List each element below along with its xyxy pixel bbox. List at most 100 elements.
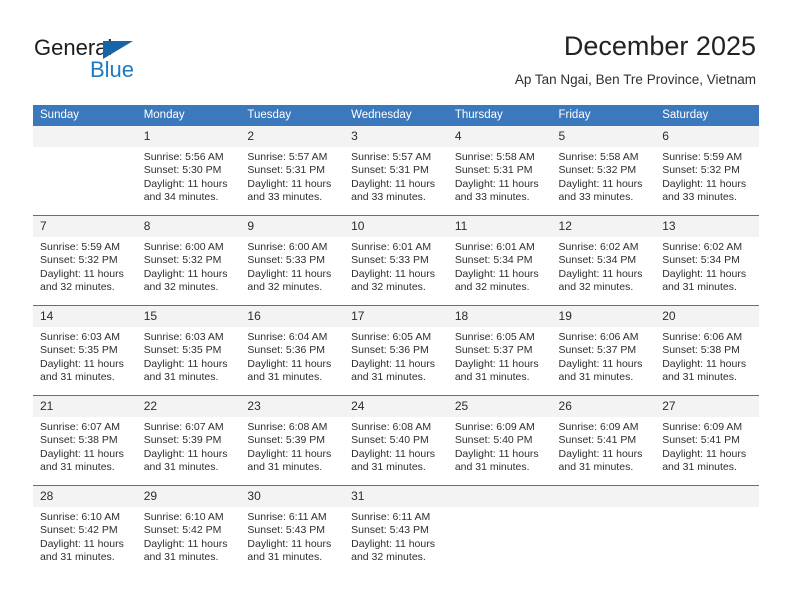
calendar-day-cell[interactable]: 20 Sunrise: 6:06 AM Sunset: 5:38 PM Dayligh…: [655, 305, 759, 396]
calendar-day-cell[interactable]: 14 Sunrise: 6:03 AM Sunset: 5:35 PM Dayligh…: [33, 305, 137, 396]
calendar-day-cell[interactable]: 29 Sunrise: 6:10 AM Sunset: 5:42 PM Dayligh…: [136, 485, 241, 575]
calendar-day-cell[interactable]: 6 Sunrise: 5:59 AM Sunset: 5:32 PM Daylight…: [655, 126, 759, 216]
calendar-day-cell[interactable]: 21 Sunrise: 6:07 AM Sunset: 5:38 PM Dayligh…: [33, 395, 137, 486]
day-daylight-line2: and 31 minutes.: [662, 461, 737, 474]
title-block: December 2025 Ap Tan Ngai, Ben Tre Provi…: [515, 30, 756, 89]
column-header-sunday: Sunday: [33, 105, 137, 126]
calendar-day-cell[interactable]: 26 Sunrise: 6:09 AM Sunset: 5:41 PM Dayligh…: [551, 395, 656, 486]
day-daylight-line2: and 32 minutes.: [558, 281, 634, 294]
day-sunrise: Sunrise: 5:57 AM: [247, 151, 328, 163]
day-daylight-line1: Daylight: 11 hours: [558, 267, 643, 280]
calendar-day-cell[interactable]: 18 Sunrise: 6:05 AM Sunset: 5:37 PM Dayligh…: [447, 305, 552, 396]
calendar-day-cell[interactable]: 19 Sunrise: 6:06 AM Sunset: 5:37 PM Dayligh…: [551, 305, 656, 396]
day-details: Sunrise: 6:11 AM Sunset: 5:43 PM Daylight:…: [344, 507, 448, 565]
day-daylight-line1: Daylight: 11 hours: [40, 357, 124, 370]
day-daylight-line1: Daylight: 11 hours: [143, 357, 228, 370]
calendar-day-cell[interactable]: 13 Sunrise: 6:02 AM Sunset: 5:34 PM Dayligh…: [655, 215, 759, 306]
calendar-day-cell[interactable]: 2 Sunrise: 5:57 AM Sunset: 5:31 PM Daylight…: [240, 126, 345, 216]
calendar-day-cell[interactable]: 9 Sunrise: 6:00 AM Sunset: 5:33 PM Daylight…: [240, 215, 345, 306]
calendar-day-cell[interactable]: 27 Sunrise: 6:09 AM Sunset: 5:41 PM Dayligh…: [655, 395, 759, 486]
calendar-day-cell[interactable]: 16 Sunrise: 6:04 AM Sunset: 5:36 PM Dayligh…: [240, 305, 345, 396]
day-number: [655, 486, 759, 507]
calendar-grid: Sunday Monday Tuesday Wednesday Thursday Frid…: [33, 105, 759, 575]
calendar-day-cell[interactable]: 4 Sunrise: 5:58 AM Sunset: 5:31 PM Daylight…: [447, 126, 552, 216]
calendar-day-cell[interactable]: 24 Sunrise: 6:08 AM Sunset: 5:40 PM Dayligh…: [344, 395, 448, 486]
day-number: 13: [655, 216, 759, 237]
day-details: Sunrise: 6:04 AM Sunset: 5:36 PM Daylight:…: [240, 327, 344, 385]
day-sunset: Sunset: 5:31 PM: [351, 164, 429, 177]
day-daylight-line1: Daylight: 11 hours: [454, 357, 539, 370]
day-details: Sunrise: 6:08 AM Sunset: 5:40 PM Daylight:…: [344, 417, 448, 475]
day-daylight-line2: and 31 minutes.: [558, 371, 634, 384]
day-number: 25: [447, 396, 552, 417]
day-daylight-line2: and 32 minutes.: [454, 281, 530, 294]
day-daylight-line2: and 31 minutes.: [247, 461, 323, 474]
day-sunrise: Sunrise: 6:01 AM: [454, 241, 535, 253]
calendar-day-cell[interactable]: 15 Sunrise: 6:03 AM Sunset: 5:35 PM Dayligh…: [136, 305, 241, 396]
calendar-day-cell[interactable]: 25 Sunrise: 6:09 AM Sunset: 5:40 PM Dayligh…: [447, 395, 552, 486]
day-daylight-line1: Daylight: 11 hours: [247, 537, 332, 550]
day-sunset: Sunset: 5:31 PM: [247, 164, 326, 177]
day-daylight-line1: Daylight: 11 hours: [351, 357, 435, 370]
day-sunrise: Sunrise: 5:56 AM: [143, 151, 224, 163]
day-sunset: Sunset: 5:43 PM: [247, 524, 326, 537]
calendar-day-cell[interactable]: 1 Sunrise: 5:56 AM Sunset: 5:30 PM Daylight…: [136, 126, 241, 216]
calendar-cell-empty: [33, 126, 137, 216]
calendar-day-cell[interactable]: 17 Sunrise: 6:05 AM Sunset: 5:36 PM Dayligh…: [344, 305, 448, 396]
day-details: Sunrise: 5:56 AM Sunset: 5:30 PM Daylight:…: [137, 147, 241, 205]
day-sunrise: Sunrise: 6:03 AM: [40, 331, 120, 343]
calendar-day-cell[interactable]: 31 Sunrise: 6:11 AM Sunset: 5:43 PM Dayligh…: [344, 485, 448, 575]
day-number: 10: [344, 216, 448, 237]
day-sunset: Sunset: 5:33 PM: [247, 254, 326, 267]
day-daylight-line2: and 31 minutes.: [40, 551, 115, 564]
day-daylight-line2: and 33 minutes.: [247, 191, 323, 204]
day-sunset: Sunset: 5:33 PM: [351, 254, 429, 267]
column-header-friday: Friday: [551, 105, 656, 126]
day-daylight-line1: Daylight: 11 hours: [40, 537, 124, 550]
day-daylight-line2: and 33 minutes.: [454, 191, 530, 204]
day-sunrise: Sunrise: 5:58 AM: [454, 151, 535, 163]
column-header-thursday: Thursday: [447, 105, 552, 126]
day-number: 11: [447, 216, 552, 237]
day-details: Sunrise: 6:07 AM Sunset: 5:39 PM Daylight:…: [137, 417, 241, 475]
calendar-day-cell[interactable]: 30 Sunrise: 6:11 AM Sunset: 5:43 PM Dayligh…: [240, 485, 345, 575]
day-sunset: Sunset: 5:39 PM: [143, 434, 222, 447]
day-daylight-line2: and 33 minutes.: [351, 191, 426, 204]
day-daylight-line2: and 31 minutes.: [247, 371, 323, 384]
day-sunrise: Sunrise: 6:05 AM: [454, 331, 535, 343]
day-sunset: Sunset: 5:32 PM: [558, 164, 637, 177]
calendar-day-cell[interactable]: 10 Sunrise: 6:01 AM Sunset: 5:33 PM Dayligh…: [344, 215, 448, 306]
day-sunset: Sunset: 5:32 PM: [143, 254, 222, 267]
calendar-day-cell[interactable]: 11 Sunrise: 6:01 AM Sunset: 5:34 PM Dayligh…: [447, 215, 552, 306]
calendar-day-cell[interactable]: 7 Sunrise: 5:59 AM Sunset: 5:32 PM Daylight…: [33, 215, 137, 306]
day-number: [551, 486, 656, 507]
day-details: Sunrise: 6:01 AM Sunset: 5:34 PM Daylight:…: [448, 237, 552, 295]
day-sunrise: Sunrise: 6:08 AM: [247, 421, 328, 433]
day-sunrise: Sunrise: 6:11 AM: [247, 511, 327, 523]
day-sunset: Sunset: 5:31 PM: [454, 164, 533, 177]
day-sunrise: Sunrise: 6:00 AM: [247, 241, 328, 253]
day-sunset: Sunset: 5:32 PM: [40, 254, 118, 267]
calendar-week-row: 14 Sunrise: 6:03 AM Sunset: 5:35 PM Dayligh…: [33, 305, 759, 396]
day-details: Sunrise: 5:59 AM Sunset: 5:32 PM Daylight:…: [33, 237, 137, 295]
calendar-day-cell[interactable]: 5 Sunrise: 5:58 AM Sunset: 5:32 PM Daylight…: [551, 126, 656, 216]
calendar-day-cell[interactable]: 8 Sunrise: 6:00 AM Sunset: 5:32 PM Daylight…: [136, 215, 241, 306]
day-number: 24: [344, 396, 448, 417]
day-details: Sunrise: 6:11 AM Sunset: 5:43 PM Daylight:…: [240, 507, 344, 565]
day-number: 8: [136, 216, 241, 237]
day-number: 26: [551, 396, 656, 417]
calendar-day-cell[interactable]: 3 Sunrise: 5:57 AM Sunset: 5:31 PM Daylight…: [344, 126, 448, 216]
day-sunrise: Sunrise: 6:10 AM: [40, 511, 120, 523]
day-daylight-line1: Daylight: 11 hours: [662, 447, 747, 460]
day-details: Sunrise: 6:03 AM Sunset: 5:35 PM Daylight:…: [33, 327, 137, 385]
day-daylight-line2: and 31 minutes.: [40, 461, 115, 474]
calendar-day-cell[interactable]: 23 Sunrise: 6:08 AM Sunset: 5:39 PM Dayligh…: [240, 395, 345, 486]
day-daylight-line1: Daylight: 11 hours: [247, 267, 332, 280]
calendar-day-cell[interactable]: 12 Sunrise: 6:02 AM Sunset: 5:34 PM Dayligh…: [551, 215, 656, 306]
calendar-day-cell[interactable]: 28 Sunrise: 6:10 AM Sunset: 5:42 PM Dayligh…: [33, 485, 137, 575]
day-daylight-line1: Daylight: 11 hours: [351, 537, 435, 550]
calendar-day-cell[interactable]: 22 Sunrise: 6:07 AM Sunset: 5:39 PM Dayligh…: [136, 395, 241, 486]
day-daylight-line1: Daylight: 11 hours: [40, 447, 124, 460]
general-blue-logo[interactable]: General Blue: [34, 36, 204, 86]
day-daylight-line1: Daylight: 11 hours: [247, 447, 332, 460]
